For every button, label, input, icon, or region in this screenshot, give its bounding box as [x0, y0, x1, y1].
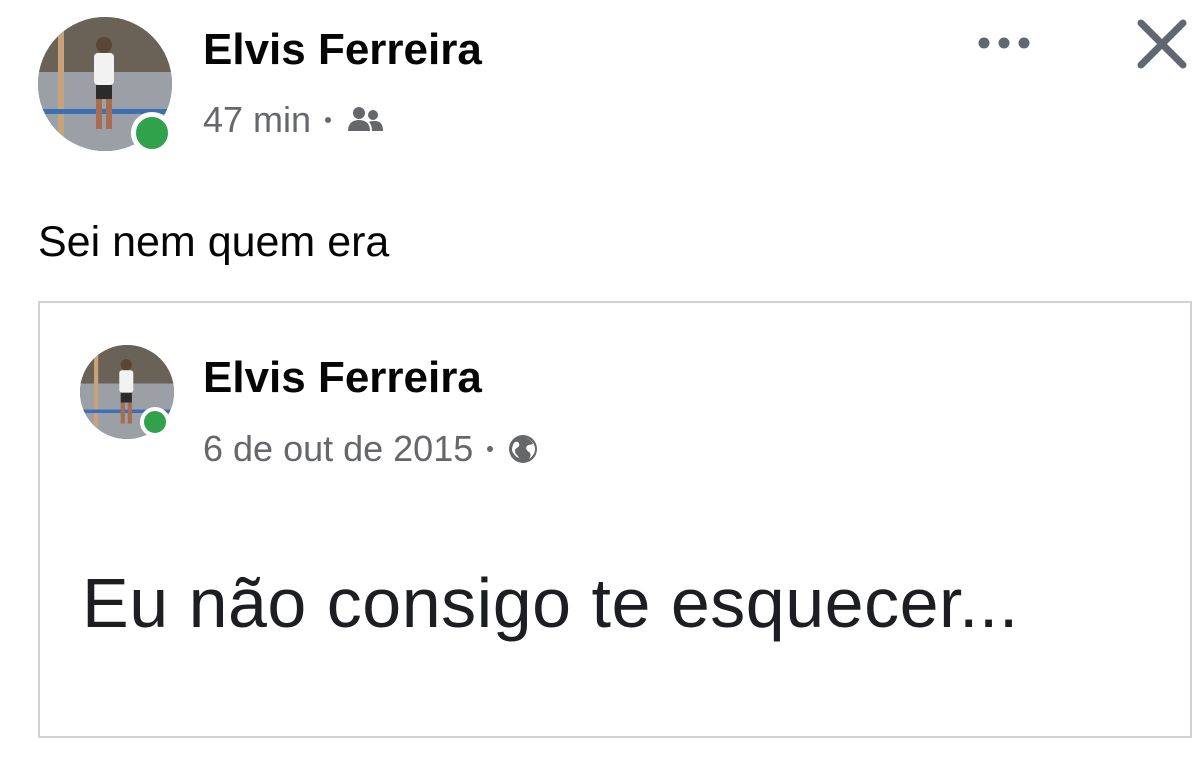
online-status-indicator — [140, 407, 170, 437]
more-options-button[interactable] — [968, 20, 1040, 70]
separator-dot — [325, 117, 332, 123]
post-meta: 47 min — [203, 98, 385, 142]
post-timestamp[interactable]: 47 min — [203, 98, 311, 142]
post-header: Elvis Ferreira 47 min — [0, 0, 1200, 175]
shared-author-name[interactable]: Elvis Ferreira — [203, 352, 482, 404]
globe-icon[interactable] — [507, 433, 539, 465]
more-options-icon — [976, 36, 1032, 55]
online-status-indicator — [131, 112, 173, 154]
friends-icon[interactable] — [345, 105, 385, 135]
author-name[interactable]: Elvis Ferreira — [203, 24, 482, 76]
separator-dot — [487, 446, 494, 452]
shared-post-card[interactable]: Elvis Ferreira 6 de out de 2015 Eu não c… — [38, 301, 1192, 738]
post-text: Sei nem quem era — [38, 218, 390, 266]
shared-post-date[interactable]: 6 de out de 2015 — [203, 427, 473, 471]
close-icon — [1135, 17, 1189, 76]
close-button[interactable] — [1130, 14, 1194, 78]
shared-post-text: Eu não consigo te esquecer... — [82, 564, 1019, 642]
shared-post-meta: 6 de out de 2015 — [203, 427, 539, 471]
